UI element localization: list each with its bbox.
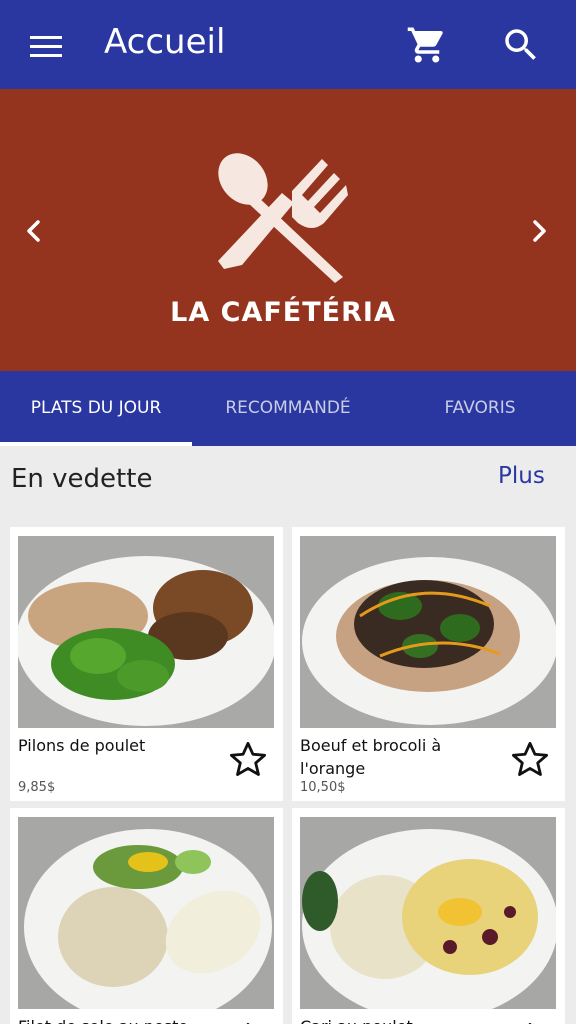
dish-card[interactable]: Pilons de poulet 9,85$ <box>10 527 283 801</box>
tab-bar: PLATS DU JOUR RECOMMANDÉ FAVORIS <box>0 371 576 446</box>
app-bar: Accueil <box>0 0 576 89</box>
spoon-fork-icon <box>212 149 352 285</box>
dish-photo <box>300 536 556 728</box>
tab-plats-du-jour[interactable]: PLATS DU JOUR <box>0 371 192 446</box>
dish-name: Cari au poulet <box>300 1015 500 1024</box>
dish-name: Pilons de poulet <box>18 736 146 755</box>
favorite-star-icon[interactable] <box>227 739 269 781</box>
tab-recommande[interactable]: RECOMMANDÉ <box>192 371 384 446</box>
section-title: En vedette <box>11 464 153 494</box>
dish-card[interactable]: Boeuf et brocoli à l'orange 10,50$ <box>292 527 565 801</box>
hamburger-menu-icon[interactable] <box>22 28 70 64</box>
dish-photo <box>18 817 274 1009</box>
dish-name: Boeuf et brocoli à l'orange <box>300 736 442 778</box>
dish-price: 9,85$ <box>18 780 56 795</box>
dish-price: 10,50$ <box>300 780 346 795</box>
hero-banner: LA CAFÉTÉRIA <box>0 89 576 371</box>
favorite-star-icon[interactable] <box>509 739 551 781</box>
more-link[interactable]: Plus <box>498 463 545 489</box>
tab-favoris[interactable]: FAVORIS <box>384 371 576 446</box>
page-title: Accueil <box>104 22 226 62</box>
favorite-star-icon[interactable] <box>227 1020 269 1024</box>
carousel-next-arrow-icon[interactable] <box>521 213 557 249</box>
favorite-star-icon[interactable] <box>509 1020 551 1024</box>
dish-photo <box>300 817 556 1009</box>
brand-name: LA CAFÉTÉRIA <box>170 297 396 328</box>
search-icon[interactable] <box>500 24 542 66</box>
dish-name: Filet de sole au pesto <box>18 1015 218 1024</box>
dish-card[interactable]: Filet de sole au pesto <box>10 808 283 1024</box>
shopping-cart-icon[interactable] <box>406 24 448 66</box>
active-tab-indicator <box>0 442 192 446</box>
dish-card[interactable]: Cari au poulet <box>292 808 565 1024</box>
dish-photo <box>18 536 274 728</box>
carousel-previous-arrow-icon[interactable] <box>16 213 52 249</box>
